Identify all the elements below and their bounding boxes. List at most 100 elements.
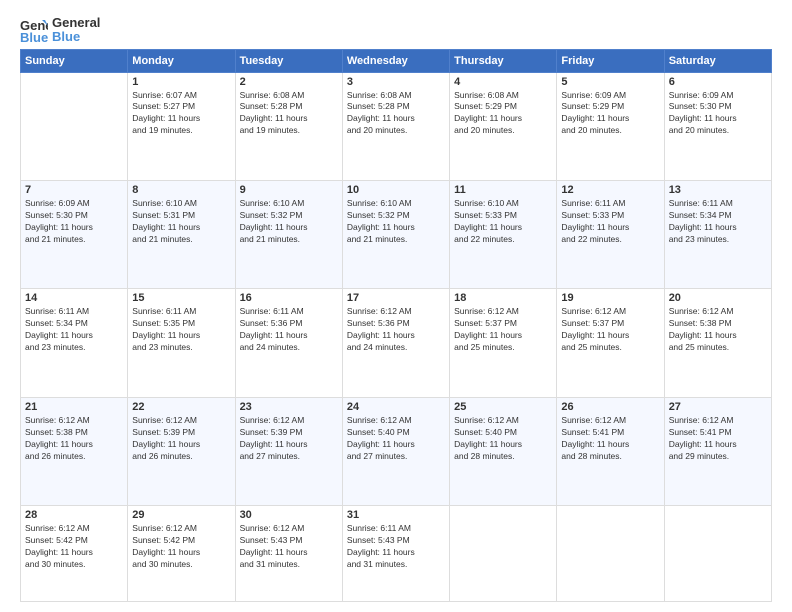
calendar-cell: 15 Sunrise: 6:11 AMSunset: 5:35 PMDayligh…	[128, 289, 235, 397]
day-info: Sunrise: 6:12 AMSunset: 5:39 PMDaylight:…	[240, 415, 338, 463]
day-info: Sunrise: 6:12 AMSunset: 5:40 PMDaylight:…	[347, 415, 445, 463]
calendar-cell: 23 Sunrise: 6:12 AMSunset: 5:39 PMDayligh…	[235, 397, 342, 505]
calendar-cell: 27 Sunrise: 6:12 AMSunset: 5:41 PMDayligh…	[664, 397, 771, 505]
day-number: 9	[240, 184, 338, 196]
calendar-cell: 11 Sunrise: 6:10 AMSunset: 5:33 PMDayligh…	[450, 181, 557, 289]
day-number: 13	[669, 184, 767, 196]
calendar-cell	[450, 506, 557, 602]
day-number: 23	[240, 401, 338, 413]
calendar-cell: 19 Sunrise: 6:12 AMSunset: 5:37 PMDayligh…	[557, 289, 664, 397]
day-info: Sunrise: 6:11 AMSunset: 5:43 PMDaylight:…	[347, 523, 445, 571]
calendar-cell: 31 Sunrise: 6:11 AMSunset: 5:43 PMDayligh…	[342, 506, 449, 602]
day-info: Sunrise: 6:11 AMSunset: 5:33 PMDaylight:…	[561, 198, 659, 246]
day-number: 10	[347, 184, 445, 196]
calendar-cell: 22 Sunrise: 6:12 AMSunset: 5:39 PMDayligh…	[128, 397, 235, 505]
calendar-cell: 26Sunrise: 6:12 AMSunset: 5:41 PMDayligh…	[557, 397, 664, 505]
calendar-week-row: 1 Sunrise: 6:07 AMSunset: 5:27 PMDaylight…	[21, 72, 772, 180]
calendar-cell: 14 Sunrise: 6:11 AMSunset: 5:34 PMDayligh…	[21, 289, 128, 397]
page: General Blue General Blue SundayMondayTu…	[0, 0, 792, 612]
calendar-week-row: 21 Sunrise: 6:12 AMSunset: 5:38 PMDayligh…	[21, 397, 772, 505]
day-number: 12	[561, 184, 659, 196]
day-number: 24	[347, 401, 445, 413]
calendar-week-row: 7 Sunrise: 6:09 AMSunset: 5:30 PMDaylight…	[21, 181, 772, 289]
day-number: 28	[25, 509, 123, 521]
day-info: Sunrise: 6:09 AMSunset: 5:30 PMDaylight:…	[25, 198, 123, 246]
day-number: 30	[240, 509, 338, 521]
day-number: 22	[132, 401, 230, 413]
day-info: Sunrise: 6:10 AMSunset: 5:31 PMDaylight:…	[132, 198, 230, 246]
calendar-cell: 24 Sunrise: 6:12 AMSunset: 5:40 PMDayligh…	[342, 397, 449, 505]
day-info: Sunrise: 6:08 AMSunset: 5:28 PMDaylight:…	[347, 90, 445, 138]
day-info: Sunrise: 6:12 AMSunset: 5:36 PMDaylight:…	[347, 306, 445, 354]
calendar-cell: 12 Sunrise: 6:11 AMSunset: 5:33 PMDayligh…	[557, 181, 664, 289]
day-info: Sunrise: 6:12 AMSunset: 5:39 PMDaylight:…	[132, 415, 230, 463]
day-info: Sunrise: 6:12 AMSunset: 5:41 PMDaylight:…	[669, 415, 767, 463]
day-number: 3	[347, 76, 445, 88]
day-header-wednesday: Wednesday	[342, 49, 449, 72]
calendar-table: SundayMondayTuesdayWednesdayThursdayFrid…	[20, 49, 772, 602]
calendar-cell: 18 Sunrise: 6:12 AMSunset: 5:37 PMDayligh…	[450, 289, 557, 397]
day-info: Sunrise: 6:11 AMSunset: 5:35 PMDaylight:…	[132, 306, 230, 354]
calendar-cell: 28Sunrise: 6:12 AMSunset: 5:42 PMDayligh…	[21, 506, 128, 602]
logo: General Blue General Blue	[20, 16, 100, 45]
day-number: 7	[25, 184, 123, 196]
day-info: Sunrise: 6:12 AMSunset: 5:42 PMDaylight:…	[132, 523, 230, 571]
day-number: 27	[669, 401, 767, 413]
day-number: 20	[669, 292, 767, 304]
day-header-thursday: Thursday	[450, 49, 557, 72]
day-number: 21	[25, 401, 123, 413]
day-info: Sunrise: 6:11 AMSunset: 5:34 PMDaylight:…	[25, 306, 123, 354]
day-number: 1	[132, 76, 230, 88]
calendar-cell	[557, 506, 664, 602]
calendar-week-row: 14 Sunrise: 6:11 AMSunset: 5:34 PMDayligh…	[21, 289, 772, 397]
day-info: Sunrise: 6:10 AMSunset: 5:32 PMDaylight:…	[240, 198, 338, 246]
day-info: Sunrise: 6:10 AMSunset: 5:32 PMDaylight:…	[347, 198, 445, 246]
day-number: 29	[132, 509, 230, 521]
day-number: 19	[561, 292, 659, 304]
day-info: Sunrise: 6:12 AMSunset: 5:38 PMDaylight:…	[25, 415, 123, 463]
day-number: 15	[132, 292, 230, 304]
calendar-cell: 7 Sunrise: 6:09 AMSunset: 5:30 PMDaylight…	[21, 181, 128, 289]
day-number: 11	[454, 184, 552, 196]
calendar-cell: 16Sunrise: 6:11 AMSunset: 5:36 PMDayligh…	[235, 289, 342, 397]
calendar-cell: 20 Sunrise: 6:12 AMSunset: 5:38 PMDayligh…	[664, 289, 771, 397]
day-number: 14	[25, 292, 123, 304]
day-info: Sunrise: 6:09 AMSunset: 5:30 PMDaylight:…	[669, 90, 767, 138]
calendar-cell: 5Sunrise: 6:09 AMSunset: 5:29 PMDaylight…	[557, 72, 664, 180]
calendar-cell: 30Sunrise: 6:12 AMSunset: 5:43 PMDayligh…	[235, 506, 342, 602]
calendar-week-row: 28 Sunrise: 6:12 AMSunset: 5:42 PMDayligh…	[21, 506, 772, 602]
day-info: Sunrise: 6:08 AMSunset: 5:29 PMDaylight:…	[454, 90, 552, 138]
day-info: Sunrise: 6:10 AMSunset: 5:33 PMDaylight:…	[454, 198, 552, 246]
calendar-cell: 21 Sunrise: 6:12 AMSunset: 5:38 PMDayligh…	[21, 397, 128, 505]
logo-general: General	[52, 16, 100, 30]
calendar-cell: 17 Sunrise: 6:12 AMSunset: 5:36 PMDayligh…	[342, 289, 449, 397]
svg-text:Blue: Blue	[20, 30, 48, 44]
day-number: 25	[454, 401, 552, 413]
day-header-tuesday: Tuesday	[235, 49, 342, 72]
day-header-friday: Friday	[557, 49, 664, 72]
day-number: 17	[347, 292, 445, 304]
day-info: Sunrise: 6:11 AMSunset: 5:34 PMDaylight:…	[669, 198, 767, 246]
day-info: Sunrise: 6:11 AMSunset: 5:36 PMDaylight:…	[240, 306, 338, 354]
day-number: 2	[240, 76, 338, 88]
day-number: 31	[347, 509, 445, 521]
day-info: Sunrise: 6:12 AMSunset: 5:41 PMDaylight:…	[561, 415, 659, 463]
day-info: Sunrise: 6:07 AMSunset: 5:27 PMDaylight:…	[132, 90, 230, 138]
day-number: 5	[561, 76, 659, 88]
calendar-cell: 3 Sunrise: 6:08 AMSunset: 5:28 PMDaylight…	[342, 72, 449, 180]
calendar-cell	[21, 72, 128, 180]
calendar-cell: 6Sunrise: 6:09 AMSunset: 5:30 PMDaylight…	[664, 72, 771, 180]
calendar-cell	[664, 506, 771, 602]
day-number: 4	[454, 76, 552, 88]
calendar-cell: 1 Sunrise: 6:07 AMSunset: 5:27 PMDaylight…	[128, 72, 235, 180]
calendar-cell: 8Sunrise: 6:10 AMSunset: 5:31 PMDaylight…	[128, 181, 235, 289]
calendar-cell: 10 Sunrise: 6:10 AMSunset: 5:32 PMDayligh…	[342, 181, 449, 289]
header: General Blue General Blue	[20, 16, 772, 45]
logo-blue: Blue	[52, 30, 100, 44]
calendar-cell: 13 Sunrise: 6:11 AMSunset: 5:34 PMDayligh…	[664, 181, 771, 289]
day-info: Sunrise: 6:12 AMSunset: 5:37 PMDaylight:…	[561, 306, 659, 354]
day-header-saturday: Saturday	[664, 49, 771, 72]
day-info: Sunrise: 6:12 AMSunset: 5:37 PMDaylight:…	[454, 306, 552, 354]
day-info: Sunrise: 6:12 AMSunset: 5:38 PMDaylight:…	[669, 306, 767, 354]
day-number: 18	[454, 292, 552, 304]
